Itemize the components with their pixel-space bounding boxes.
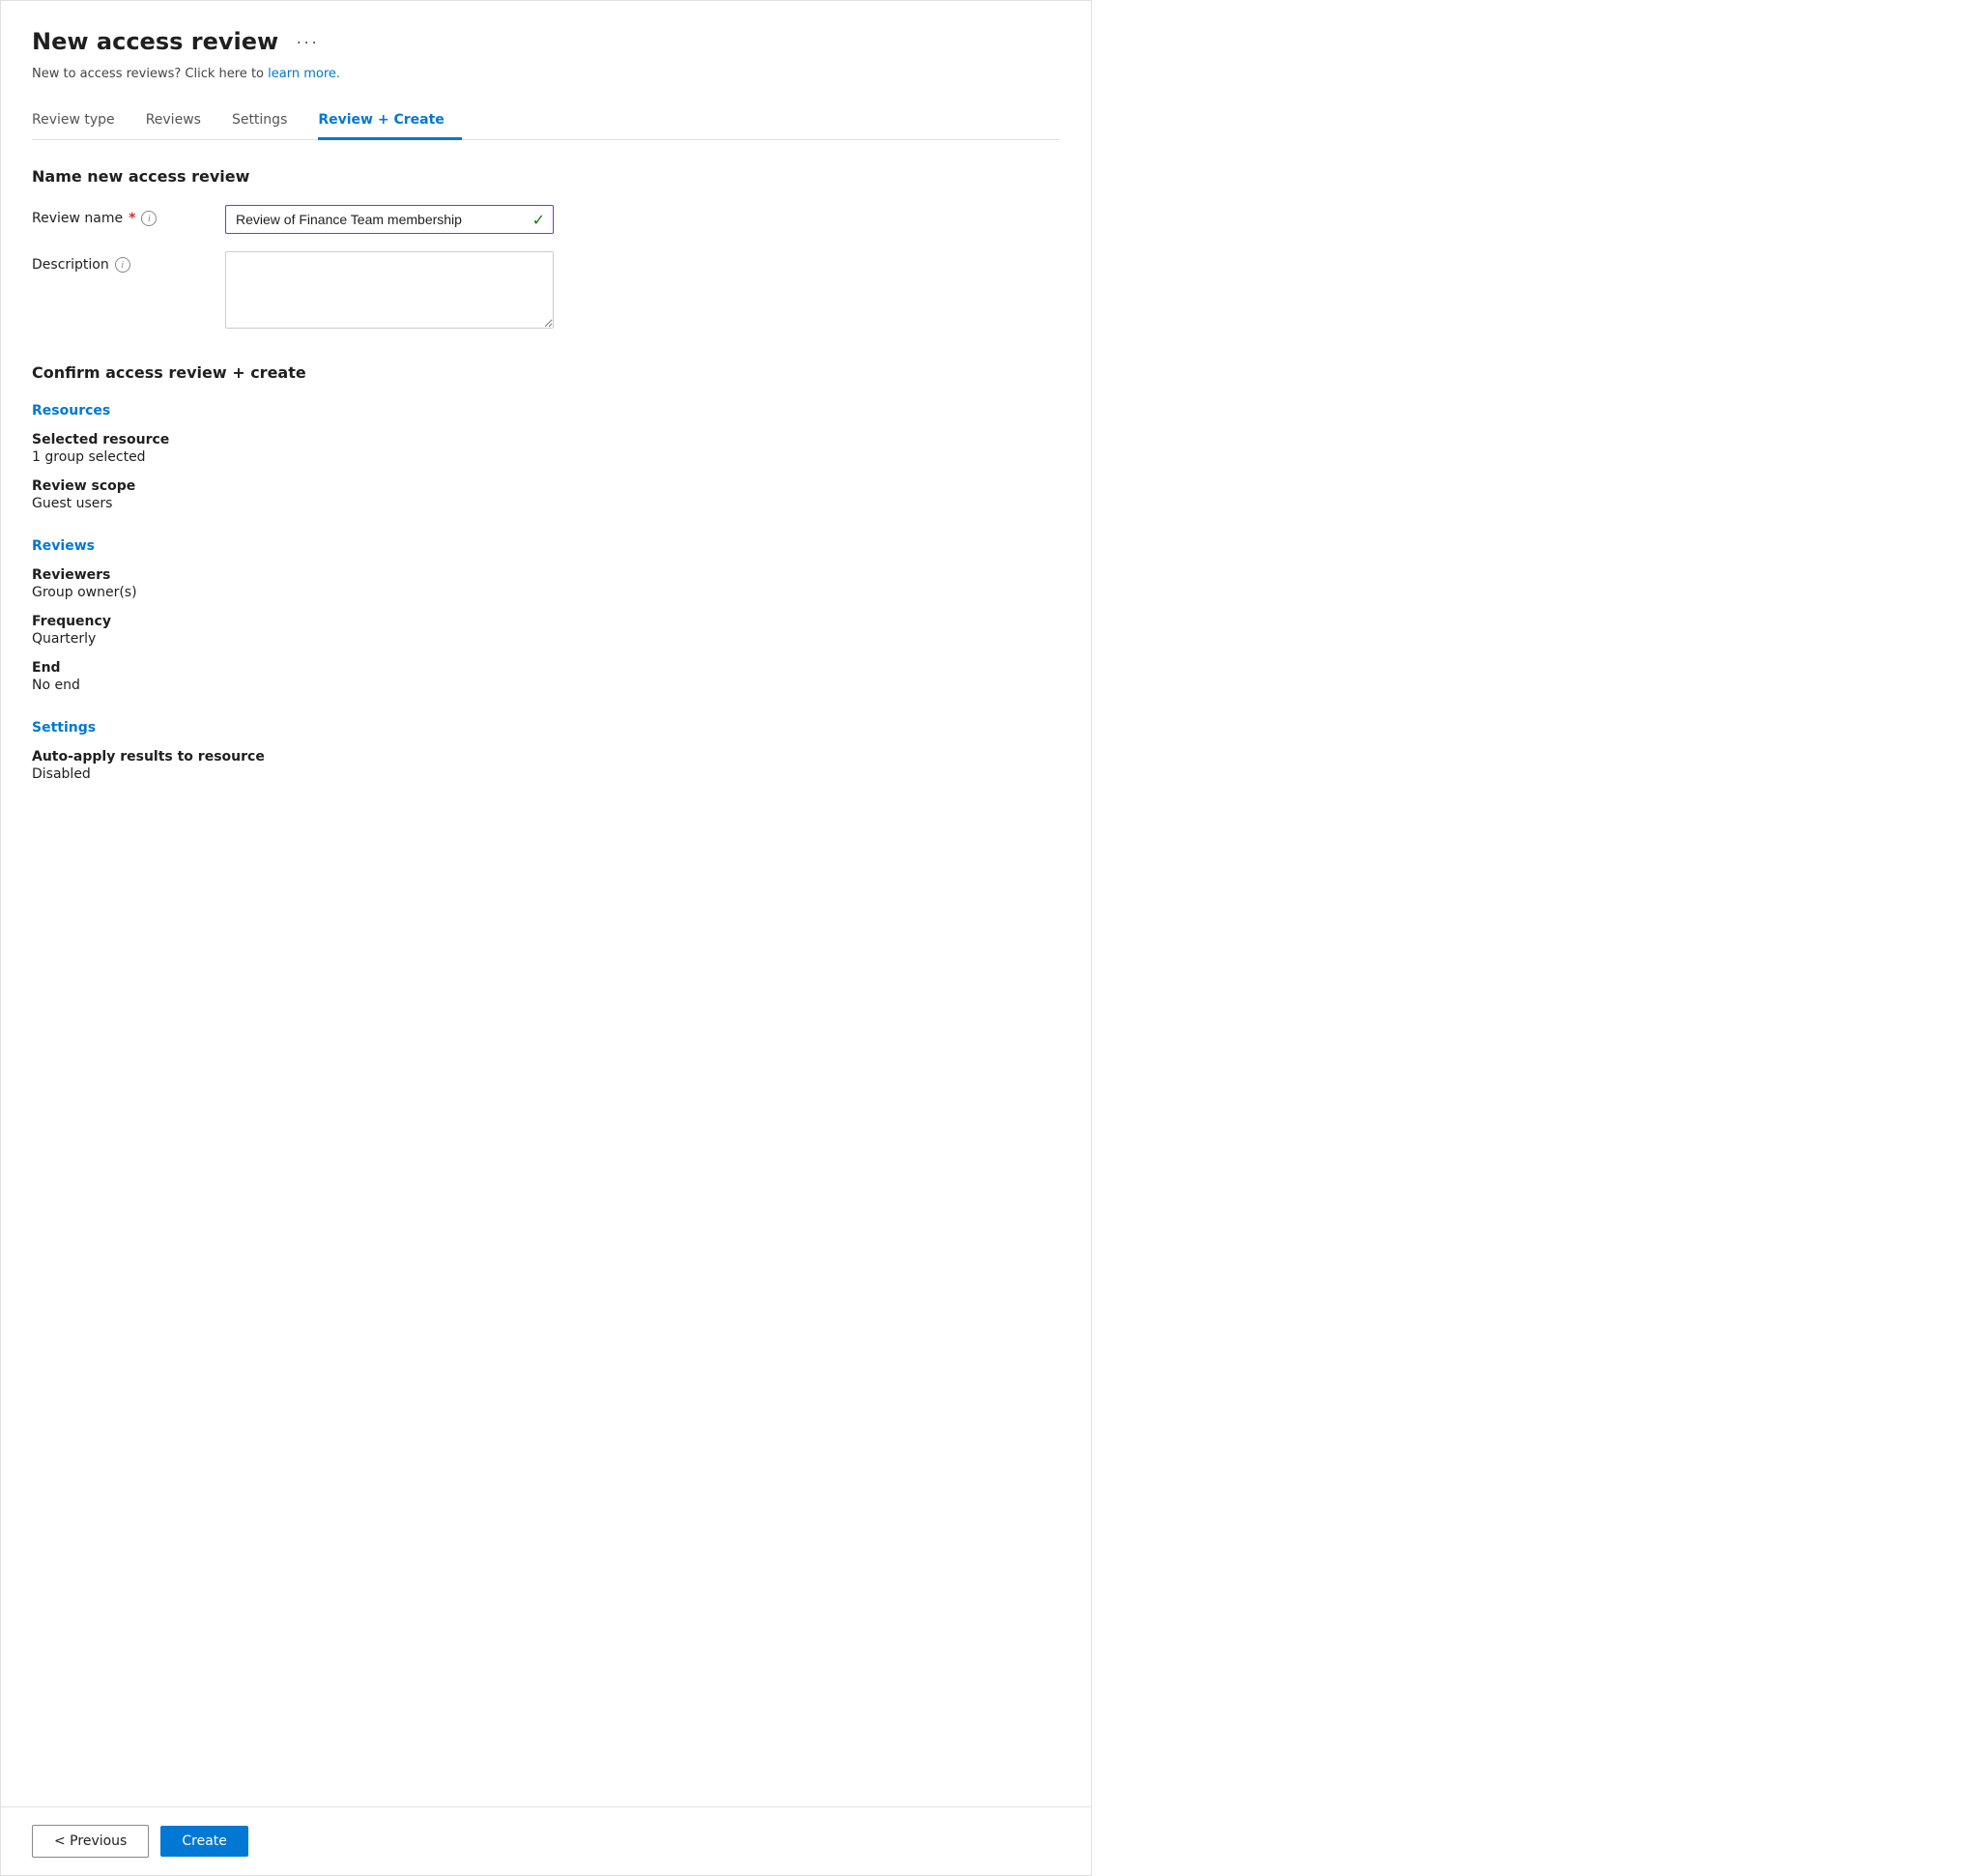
reviewers-value: Group owner(s) [32, 585, 1060, 600]
review-scope-field: Review scope Guest users [32, 478, 1060, 511]
page-title-row: New access review ··· [32, 28, 1060, 55]
tab-settings[interactable]: Settings [232, 102, 304, 140]
ellipsis-button[interactable]: ··· [290, 30, 325, 54]
tab-review-type[interactable]: Review type [32, 102, 132, 140]
review-name-label: Review name * i [32, 205, 225, 226]
selected-resource-label: Selected resource [32, 432, 1060, 447]
description-field-wrapper [225, 251, 1060, 332]
tab-review-create[interactable]: Review + Create [318, 102, 461, 140]
confirm-section-title: Confirm access review + create [32, 363, 1060, 382]
learn-more-row: New to access reviews? Click here to lea… [32, 67, 1060, 81]
selected-resource-field: Selected resource 1 group selected [32, 432, 1060, 465]
review-name-input-wrapper: ✓ [225, 205, 1060, 234]
auto-apply-value: Disabled [32, 766, 1060, 782]
form-grid: Review name * i ✓ Description i [32, 205, 1060, 332]
review-scope-label: Review scope [32, 478, 1060, 494]
review-name-field-container: ✓ [225, 205, 554, 234]
form-section-title: Name new access review [32, 167, 1060, 186]
footer: < Previous Create [1, 1806, 1091, 1875]
page-wrapper: New access review ··· New to access revi… [1, 1, 1091, 1875]
tab-reviews[interactable]: Reviews [146, 102, 218, 140]
reviews-section: Reviews Reviewers Group owner(s) Frequen… [32, 538, 1060, 693]
frequency-label: Frequency [32, 614, 1060, 629]
description-label-text: Description [32, 257, 109, 273]
end-label: End [32, 660, 1060, 676]
frequency-field: Frequency Quarterly [32, 614, 1060, 647]
required-star: * [129, 211, 135, 226]
settings-section: Settings Auto-apply results to resource … [32, 720, 1060, 782]
auto-apply-label: Auto-apply results to resource [32, 749, 1060, 765]
review-name-info-icon[interactable]: i [141, 211, 157, 226]
description-textarea[interactable] [225, 251, 554, 329]
page-title: New access review [32, 28, 278, 55]
reviewers-label: Reviewers [32, 567, 1060, 583]
learn-more-prefix: New to access reviews? Click here to [32, 67, 264, 81]
create-button[interactable]: Create [160, 1826, 248, 1857]
review-name-input[interactable] [226, 206, 532, 233]
tabs-row: Review type Reviews Settings Review + Cr… [32, 102, 1060, 140]
selected-resource-value: 1 group selected [32, 449, 1060, 465]
resources-heading[interactable]: Resources [32, 403, 1060, 418]
description-info-icon[interactable]: i [115, 257, 130, 273]
check-icon: ✓ [532, 211, 553, 229]
review-scope-value: Guest users [32, 496, 1060, 511]
reviewers-field: Reviewers Group owner(s) [32, 567, 1060, 600]
reviews-heading[interactable]: Reviews [32, 538, 1060, 554]
learn-more-link[interactable]: learn more. [268, 67, 340, 81]
end-value: No end [32, 678, 1060, 693]
main-content: New access review ··· New to access revi… [1, 1, 1091, 1806]
end-field: End No end [32, 660, 1060, 693]
auto-apply-field: Auto-apply results to resource Disabled [32, 749, 1060, 782]
description-label: Description i [32, 251, 225, 273]
resources-section: Resources Selected resource 1 group sele… [32, 403, 1060, 511]
settings-heading[interactable]: Settings [32, 720, 1060, 736]
previous-button[interactable]: < Previous [32, 1825, 149, 1858]
review-name-label-text: Review name [32, 211, 123, 226]
frequency-value: Quarterly [32, 631, 1060, 647]
